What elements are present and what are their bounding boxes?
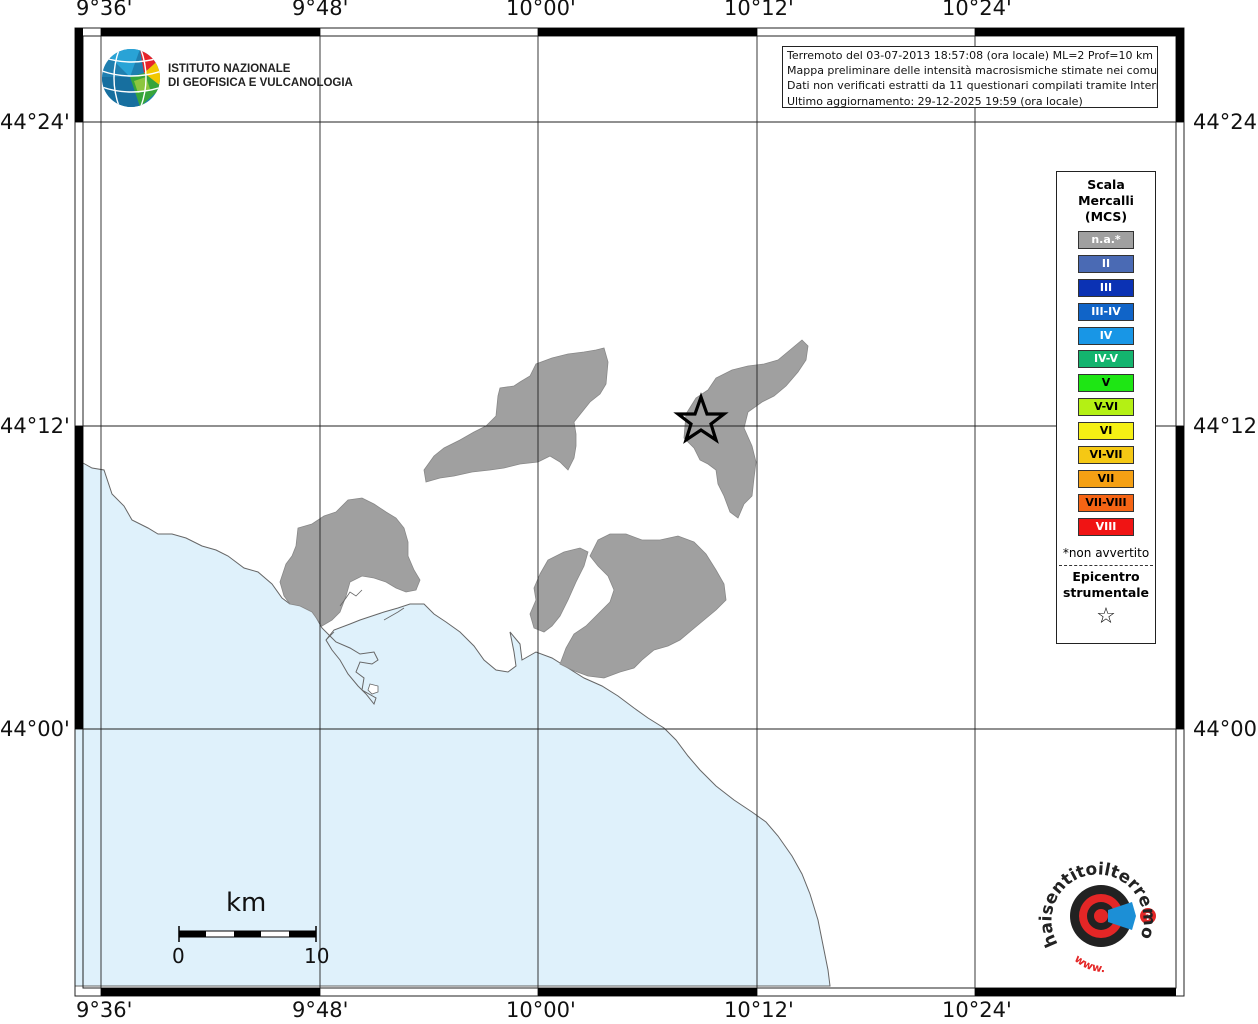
scale-unit-label: km (226, 888, 267, 918)
legend-swatch-iii: III (1078, 278, 1134, 297)
lat-label-left-2: 44°12' (0, 414, 70, 438)
ingv-logo-text: ISTITUTO NAZIONALE DI GEOFISICA E VULCAN… (168, 62, 353, 90)
legend-title-line-2: Mercalli (1078, 193, 1134, 208)
lat-label-right-3: 44°00' (1193, 717, 1258, 741)
lon-label-bottom-5: 10°24' (942, 998, 1012, 1022)
legend-swatch-viii: VIII (1078, 517, 1134, 536)
legend-swatch-iii-iv: III-IV (1078, 302, 1134, 321)
lat-label-left-3: 44°00' (0, 717, 70, 741)
lon-label-bottom-1: 9°36' (76, 998, 133, 1022)
legend-star-icon: ☆ (1096, 603, 1116, 629)
legend-swatch-iv: IV (1078, 326, 1134, 345)
legend-epicenter-line-2: strumentale (1062, 584, 1150, 600)
event-info-line-2: Mappa preliminare delle intensità macros… (787, 64, 1158, 78)
scale-min-label: 0 (172, 944, 185, 968)
legend-swatch-iv-v: IV-V (1078, 350, 1134, 369)
mcs-legend: Scala Mercalli (MCS) n.a.* II III III-IV IV I… (1056, 171, 1156, 644)
lon-label-top-5: 10°24' (942, 0, 1012, 20)
legend-epicenter-line-1: Epicentro (1072, 568, 1140, 584)
legend-title-line-3: (MCS) (1084, 209, 1128, 224)
legend-swatch-vii-viii: VII-VIII (1078, 493, 1134, 512)
scale-max-label: 10 (304, 944, 330, 968)
legend-swatches: n.a.* II III III-IV IV IV-V V V-VI VI VI-VII VII VI… (1057, 231, 1155, 536)
lon-label-bottom-4: 10°12' (724, 998, 794, 1022)
ingv-logo-icon (102, 49, 160, 107)
legend-epicenter-label: Epicentro strumentale (1057, 569, 1155, 601)
lat-label-left-1: 44°24' (0, 110, 70, 134)
event-info-line-4: Ultimo aggiornamento: 29-12-2025 19:59 (… (787, 94, 1083, 108)
event-info-line-3: Dati non verificati estratti da 11 quest… (787, 79, 1158, 93)
legend-title: Scala Mercalli (MCS) (1057, 177, 1155, 225)
logo-line-1: ISTITUTO NAZIONALE (168, 63, 291, 75)
lon-label-top-1: 9°36' (76, 0, 133, 20)
lon-label-top-3: 10°00' (506, 0, 576, 20)
legend-swatch-vi-vii: VI-VII (1078, 446, 1134, 465)
legend-swatch-vi: VI (1078, 422, 1134, 441)
legend-swatch-vii: VII (1078, 469, 1134, 488)
lon-label-bottom-2: 9°48' (292, 998, 349, 1022)
haisentito-www-text: www. (1072, 952, 1105, 975)
legend-swatch-n-a-: n.a.* (1078, 231, 1134, 249)
lon-label-top-4: 10°12' (724, 0, 794, 20)
haisentito-logo-icon: ? haisentitoilterremoto.it www. (1036, 860, 1159, 975)
lat-label-right-1: 44°24' (1193, 110, 1258, 134)
lon-label-bottom-3: 10°00' (506, 998, 576, 1022)
lat-label-right-2: 44°12' (1193, 414, 1258, 438)
legend-swatch-v-vi: V-VI (1078, 398, 1134, 417)
legend-swatch-ii: II (1078, 254, 1134, 273)
legend-title-line-1: Scala (1087, 177, 1125, 192)
legend-note: *non avvertito (1062, 545, 1150, 560)
svg-text:www.: www. (1072, 952, 1105, 975)
logo-line-2: DI GEOFISICA E VULCANOLOGIA (168, 77, 353, 89)
event-info-line-1: Terremoto del 03-07-2013 18:57:08 (ora l… (787, 49, 1154, 62)
legend-separator (1059, 564, 1153, 566)
legend-swatch-v: V (1078, 374, 1134, 393)
event-info-box: Terremoto del 03-07-2013 18:57:08 (ora l… (782, 46, 1158, 108)
lon-label-top-2: 9°48' (292, 0, 349, 20)
